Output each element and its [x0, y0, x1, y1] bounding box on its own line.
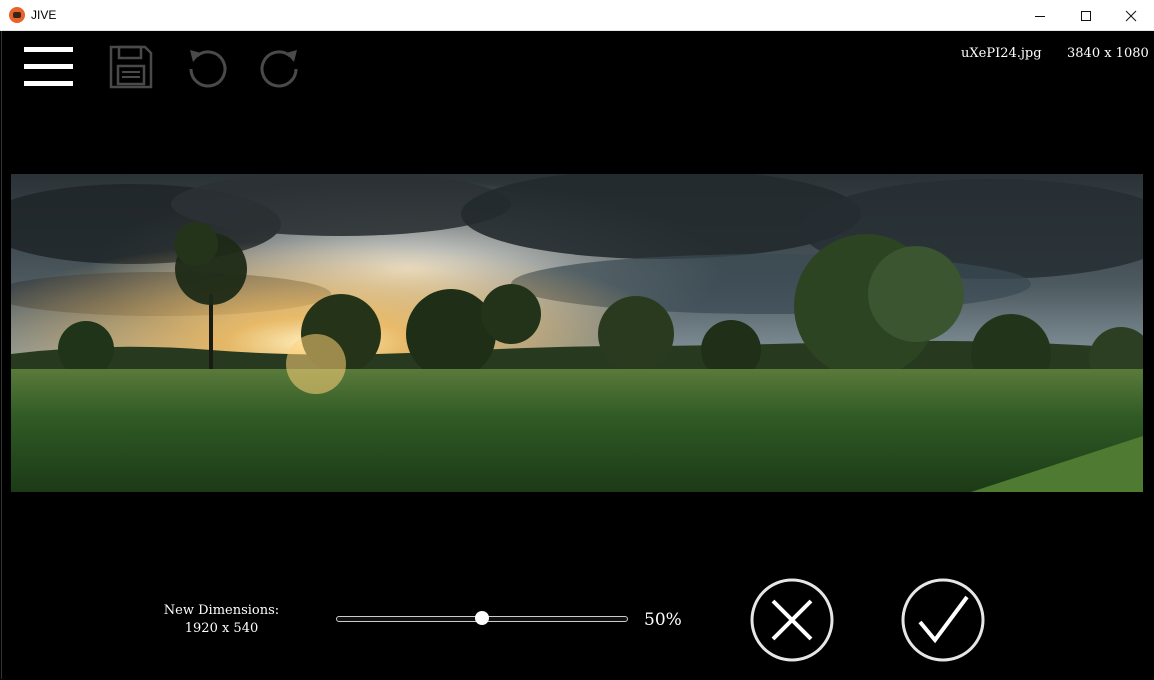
window-title: JIVE	[31, 8, 57, 22]
confirm-button[interactable]	[900, 577, 986, 663]
cancel-x-icon	[750, 578, 834, 662]
file-name: uXePI24.jpg	[961, 46, 1042, 61]
menu-button[interactable]	[23, 46, 75, 88]
cancel-button[interactable]	[749, 577, 835, 663]
resize-slider[interactable]	[336, 611, 628, 627]
floppy-disk-icon	[109, 45, 153, 89]
rotate-left-icon	[189, 50, 227, 88]
save-button[interactable]	[108, 44, 154, 90]
close-icon	[1125, 10, 1137, 21]
app-camera-icon	[9, 7, 25, 23]
maximize-button[interactable]	[1063, 0, 1109, 31]
hamburger-menu-icon	[24, 47, 73, 86]
slider-thumb[interactable]	[475, 611, 489, 625]
undo-button[interactable]	[186, 46, 228, 88]
minimize-icon	[1035, 15, 1045, 17]
close-window-button[interactable]	[1108, 0, 1154, 31]
new-dimensions-label: New Dimensions: 1920 x 540	[150, 602, 293, 638]
window-titlebar: JIVE	[0, 0, 1154, 31]
redo-button[interactable]	[259, 46, 301, 88]
minimize-button[interactable]	[1017, 0, 1063, 31]
maximize-icon	[1081, 10, 1091, 21]
image-preview	[11, 174, 1143, 492]
image-dimensions: 3840 x 1080	[1067, 46, 1149, 61]
rotate-right-icon	[260, 50, 298, 88]
confirm-check-icon	[901, 578, 985, 662]
landscape-photo	[11, 174, 1143, 492]
new-dimensions-caption: New Dimensions:	[163, 603, 280, 618]
new-dimensions-value: 1920 x 540	[184, 621, 259, 636]
scale-percent: 50%	[644, 610, 682, 630]
